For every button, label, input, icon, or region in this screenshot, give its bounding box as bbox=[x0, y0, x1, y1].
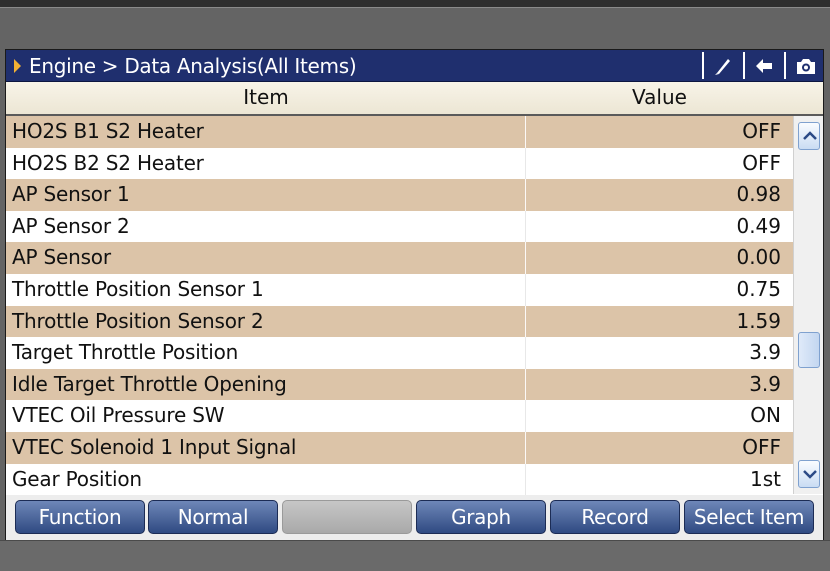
row-item-label: VTEC Oil Pressure SW bbox=[12, 403, 225, 428]
scroll-up-button[interactable] bbox=[798, 122, 820, 150]
row-value: ON bbox=[750, 403, 781, 428]
column-header-item: Item bbox=[243, 85, 289, 109]
back-arrow-icon bbox=[756, 59, 772, 73]
bottom-strip bbox=[0, 540, 830, 571]
data-analysis-window: Engine > Data Analysis(All Items) Item V… bbox=[5, 49, 824, 541]
table-row[interactable]: VTEC Oil Pressure SW ON bbox=[6, 400, 793, 432]
table-row[interactable]: VTEC Solenoid 1 Input Signal OFF bbox=[6, 431, 793, 464]
pen-icon bbox=[715, 59, 730, 75]
chevron-down-icon bbox=[803, 470, 817, 479]
row-item-label: Gear Position bbox=[12, 466, 142, 491]
top-strip bbox=[0, 0, 830, 8]
row-item-label: HO2S B2 S2 Heater bbox=[12, 150, 204, 175]
function-button-bar: Function Normal Graph Record Select Item bbox=[6, 495, 823, 540]
chevron-up-icon bbox=[803, 131, 817, 140]
table-row[interactable]: Target Throttle Position 3.9 bbox=[6, 337, 793, 369]
row-value: 0.98 bbox=[736, 182, 781, 207]
function-button[interactable]: Function bbox=[15, 500, 145, 534]
table-row[interactable]: HO2S B1 S2 Heater OFF bbox=[6, 116, 793, 148]
table-row[interactable]: AP Sensor 0.00 bbox=[6, 242, 793, 274]
scrollbar-thumb[interactable] bbox=[798, 332, 820, 368]
row-item-label: VTEC Solenoid 1 Input Signal bbox=[12, 434, 297, 459]
vertical-scrollbar[interactable] bbox=[793, 116, 823, 494]
row-value: 1st bbox=[750, 466, 781, 491]
table-row[interactable]: Idle Target Throttle Opening 3.9 bbox=[6, 368, 793, 401]
row-value: OFF bbox=[742, 150, 781, 175]
blank-button bbox=[282, 500, 412, 534]
row-item-label: AP Sensor 2 bbox=[12, 213, 130, 238]
row-value: 0.00 bbox=[736, 245, 781, 270]
row-value: 3.9 bbox=[749, 340, 781, 365]
table-header: Item Value bbox=[6, 82, 823, 116]
row-item-label: Target Throttle Position bbox=[12, 340, 239, 365]
scroll-down-button[interactable] bbox=[798, 460, 820, 488]
row-item-label: Throttle Position Sensor 1 bbox=[12, 276, 264, 301]
table-row[interactable]: Throttle Position Sensor 1 0.75 bbox=[6, 273, 793, 306]
row-value: OFF bbox=[742, 119, 781, 143]
select-item-button[interactable]: Select Item bbox=[684, 500, 814, 534]
row-item-label: AP Sensor 1 bbox=[12, 182, 130, 207]
screenshot-button[interactable] bbox=[784, 52, 822, 79]
normal-button[interactable]: Normal bbox=[148, 500, 278, 534]
table-row[interactable]: AP Sensor 1 0.98 bbox=[6, 179, 793, 211]
row-value: 0.75 bbox=[736, 276, 781, 301]
column-header-value: Value bbox=[632, 85, 687, 109]
table-row[interactable]: HO2S B2 S2 Heater OFF bbox=[6, 147, 793, 180]
record-button[interactable]: Record bbox=[550, 500, 680, 534]
table-row[interactable]: AP Sensor 2 0.49 bbox=[6, 210, 793, 243]
back-button[interactable] bbox=[743, 52, 781, 79]
row-value: 1.59 bbox=[736, 308, 781, 333]
row-item-label: HO2S B1 S2 Heater bbox=[12, 119, 204, 143]
camera-icon bbox=[797, 59, 815, 74]
pen-button[interactable] bbox=[702, 52, 740, 79]
table-row[interactable]: Throttle Position Sensor 2 1.59 bbox=[6, 305, 793, 338]
table-row[interactable]: Gear Position 1st bbox=[6, 463, 793, 496]
graph-button[interactable]: Graph bbox=[416, 500, 546, 534]
row-item-label: Idle Target Throttle Opening bbox=[12, 371, 287, 396]
row-value: 0.49 bbox=[736, 213, 781, 238]
title-bar: Engine > Data Analysis(All Items) bbox=[6, 50, 823, 82]
breadcrumb: Engine > Data Analysis(All Items) bbox=[29, 54, 357, 78]
breadcrumb-arrow-icon bbox=[14, 59, 21, 73]
row-value: 3.9 bbox=[749, 371, 781, 396]
row-value: OFF bbox=[742, 434, 781, 459]
row-item-label: Throttle Position Sensor 2 bbox=[12, 308, 264, 333]
data-table: HO2S B1 S2 Heater OFF HO2S B2 S2 Heater OF… bbox=[6, 116, 793, 496]
row-item-label: AP Sensor bbox=[12, 245, 111, 270]
